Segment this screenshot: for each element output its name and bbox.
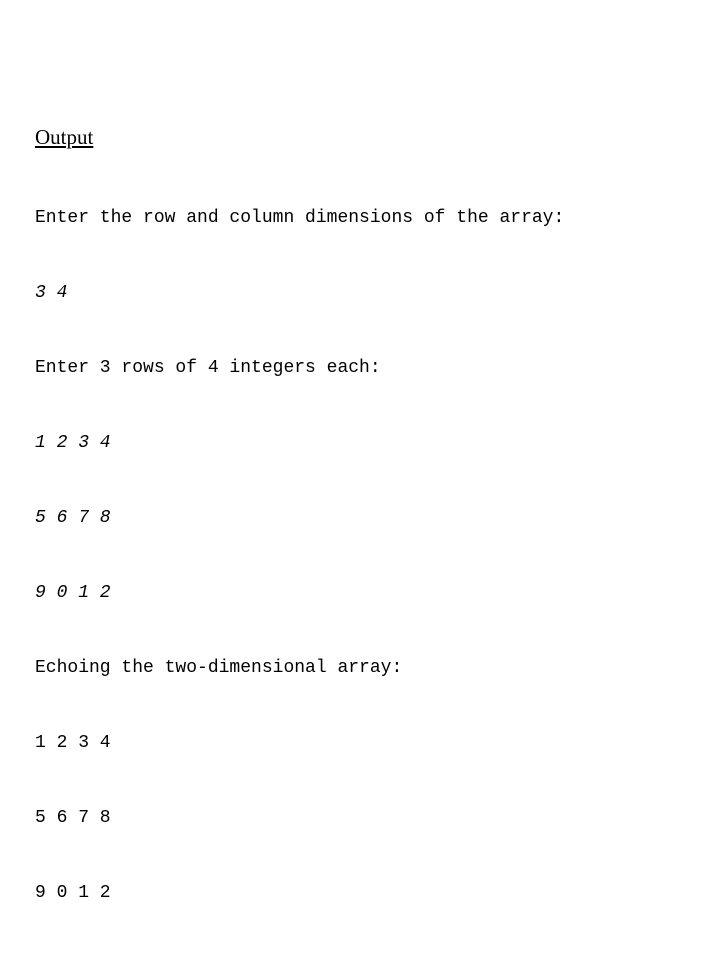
- input-line: 3 4: [35, 281, 685, 306]
- input-line: 9 0 1 2: [35, 581, 685, 606]
- document-container: Output Enter the row and column dimensio…: [0, 0, 720, 956]
- section-heading: Output: [35, 125, 685, 150]
- output-line: Enter the row and column dimensions of t…: [35, 206, 685, 231]
- output-line: Echoing the two-dimensional array:: [35, 656, 685, 681]
- output-line: Enter 3 rows of 4 integers each:: [35, 356, 685, 381]
- console-output: Enter the row and column dimensions of t…: [35, 156, 685, 956]
- output-line: 1 2 3 4: [35, 731, 685, 756]
- output-line: 5 6 7 8: [35, 806, 685, 831]
- input-line: 5 6 7 8: [35, 506, 685, 531]
- output-line: 9 0 1 2: [35, 881, 685, 906]
- input-line: 1 2 3 4: [35, 431, 685, 456]
